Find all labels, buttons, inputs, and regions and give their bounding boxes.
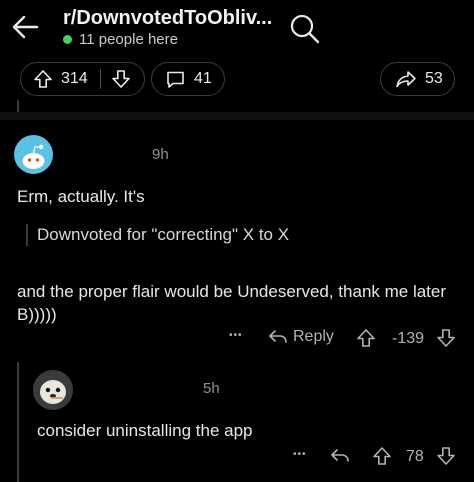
blockquote-bar — [26, 224, 28, 246]
reply-arrow-icon — [268, 328, 288, 346]
online-indicator: 11 people here — [63, 31, 178, 48]
vote-divider — [99, 69, 101, 89]
reply-reply-icon[interactable] — [330, 447, 350, 465]
seal-avatar-icon — [33, 370, 73, 410]
snoo-avatar-icon — [22, 144, 45, 169]
replier-avatar[interactable] — [33, 370, 73, 410]
comment-reply-button[interactable]: Reply — [268, 328, 334, 346]
online-count: 11 people here — [79, 31, 178, 48]
commenter-avatar[interactable] — [14, 135, 53, 174]
comment-downvote-icon[interactable] — [436, 328, 456, 348]
reply-label: Reply — [293, 328, 334, 345]
comments-button[interactable]: 41 — [151, 62, 225, 96]
reply-thread-line — [17, 362, 19, 482]
upvote-count: 314 — [61, 70, 88, 87]
search-icon[interactable] — [289, 13, 321, 45]
reply-text: consider uninstalling the app — [37, 421, 253, 440]
thread-line-stub — [17, 100, 19, 112]
back-arrow-icon[interactable] — [10, 12, 40, 42]
comment-bubble-icon — [165, 69, 186, 90]
comment-timestamp: 9h — [152, 146, 169, 163]
comment-quote: Downvoted for "correcting" X to X — [37, 225, 290, 244]
comments-count: 41 — [194, 70, 212, 87]
comment-line-1: Erm, actually. It's — [17, 187, 145, 206]
reply-score: 78 — [406, 448, 424, 465]
reply-upvote-icon[interactable] — [372, 446, 392, 466]
reply-more-button[interactable]: ••• — [293, 449, 307, 460]
share-icon — [395, 69, 417, 89]
redacted-reply-username — [83, 366, 197, 418]
downvote-icon[interactable] — [111, 69, 131, 89]
comment-score: -139 — [392, 330, 425, 347]
redacted-username — [62, 136, 148, 176]
share-count: 53 — [425, 70, 443, 87]
comment-line-2: and the proper flair would be Undeserved… — [17, 282, 447, 324]
redacted-header-area — [319, 0, 474, 58]
subreddit-title[interactable]: r/DownvotedToObliv... — [63, 7, 272, 30]
section-separator — [0, 112, 474, 120]
comment-more-button[interactable]: ••• — [229, 330, 243, 341]
upvote-icon[interactable] — [33, 69, 53, 89]
comment-upvote-icon[interactable] — [356, 328, 376, 348]
reply-downvote-icon[interactable] — [436, 446, 456, 466]
vote-pill: 314 — [20, 62, 145, 96]
share-button[interactable]: 53 — [380, 62, 455, 96]
online-dot — [63, 35, 72, 44]
reply-timestamp: 5h — [203, 380, 220, 397]
